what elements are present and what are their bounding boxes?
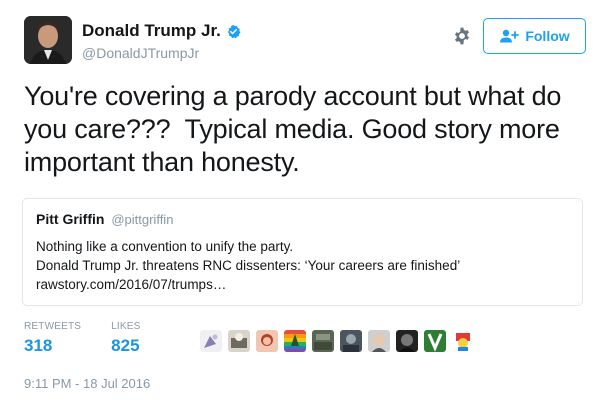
- liker-avatar[interactable]: [368, 330, 390, 352]
- likes-label: LIKES: [111, 321, 141, 332]
- verified-badge-icon: [226, 24, 241, 39]
- follow-label: Follow: [525, 28, 570, 44]
- liker-avatar[interactable]: [424, 330, 446, 352]
- liker-avatar[interactable]: [256, 330, 278, 352]
- liker-avatar[interactable]: [396, 330, 418, 352]
- retweets-count[interactable]: 318: [24, 336, 81, 356]
- quoted-tweet-text: Nothing like a convention to unify the p…: [36, 237, 566, 294]
- tweet-timestamp[interactable]: 9:11 PM - 18 Jul 2016: [24, 376, 150, 391]
- liker-avatar[interactable]: [284, 330, 306, 352]
- author-name-row[interactable]: Donald Trump Jr.: [82, 21, 241, 41]
- quoted-text-line-1: Nothing like a convention to unify the p…: [36, 239, 294, 254]
- quoted-text-line-2: Donald Trump Jr. threatens RNC dissenter…: [36, 258, 461, 273]
- likes-count[interactable]: 825: [111, 336, 140, 356]
- follow-button[interactable]: Follow: [483, 18, 586, 54]
- quoted-tweet[interactable]: Pitt Griffin @pittgriffin Nothing like a…: [22, 198, 583, 306]
- liker-avatars: [200, 330, 480, 352]
- liker-avatar[interactable]: [312, 330, 334, 352]
- liker-avatar[interactable]: [228, 330, 250, 352]
- retweets-stat[interactable]: RETWEETS 318: [24, 321, 81, 356]
- author-handle[interactable]: @DonaldJTrumpJr: [82, 45, 199, 61]
- quoted-text-link: rawstory.com/2016/07/trumps…: [36, 277, 227, 292]
- quoted-author-name: Pitt Griffin: [36, 211, 105, 227]
- gear-icon[interactable]: [452, 26, 472, 46]
- liker-avatar[interactable]: [200, 330, 222, 352]
- retweets-label: RETWEETS: [24, 321, 82, 332]
- liker-avatar[interactable]: [340, 330, 362, 352]
- quoted-author-handle: @pittgriffin: [111, 212, 174, 227]
- likes-stat[interactable]: LIKES 825: [111, 321, 140, 356]
- author-avatar[interactable]: [24, 16, 72, 64]
- author-display-name[interactable]: Donald Trump Jr.: [82, 21, 221, 41]
- liker-avatar[interactable]: [452, 330, 474, 352]
- tweet-text: You're covering a parody account but wha…: [24, 81, 569, 177]
- tweet-stats: RETWEETS 318 LIKES 825: [24, 321, 171, 356]
- add-user-icon: [499, 29, 520, 43]
- quoted-tweet-header: Pitt Griffin @pittgriffin: [36, 211, 173, 227]
- tweet-card: Donald Trump Jr. @DonaldJTrumpJr Follow …: [0, 0, 610, 410]
